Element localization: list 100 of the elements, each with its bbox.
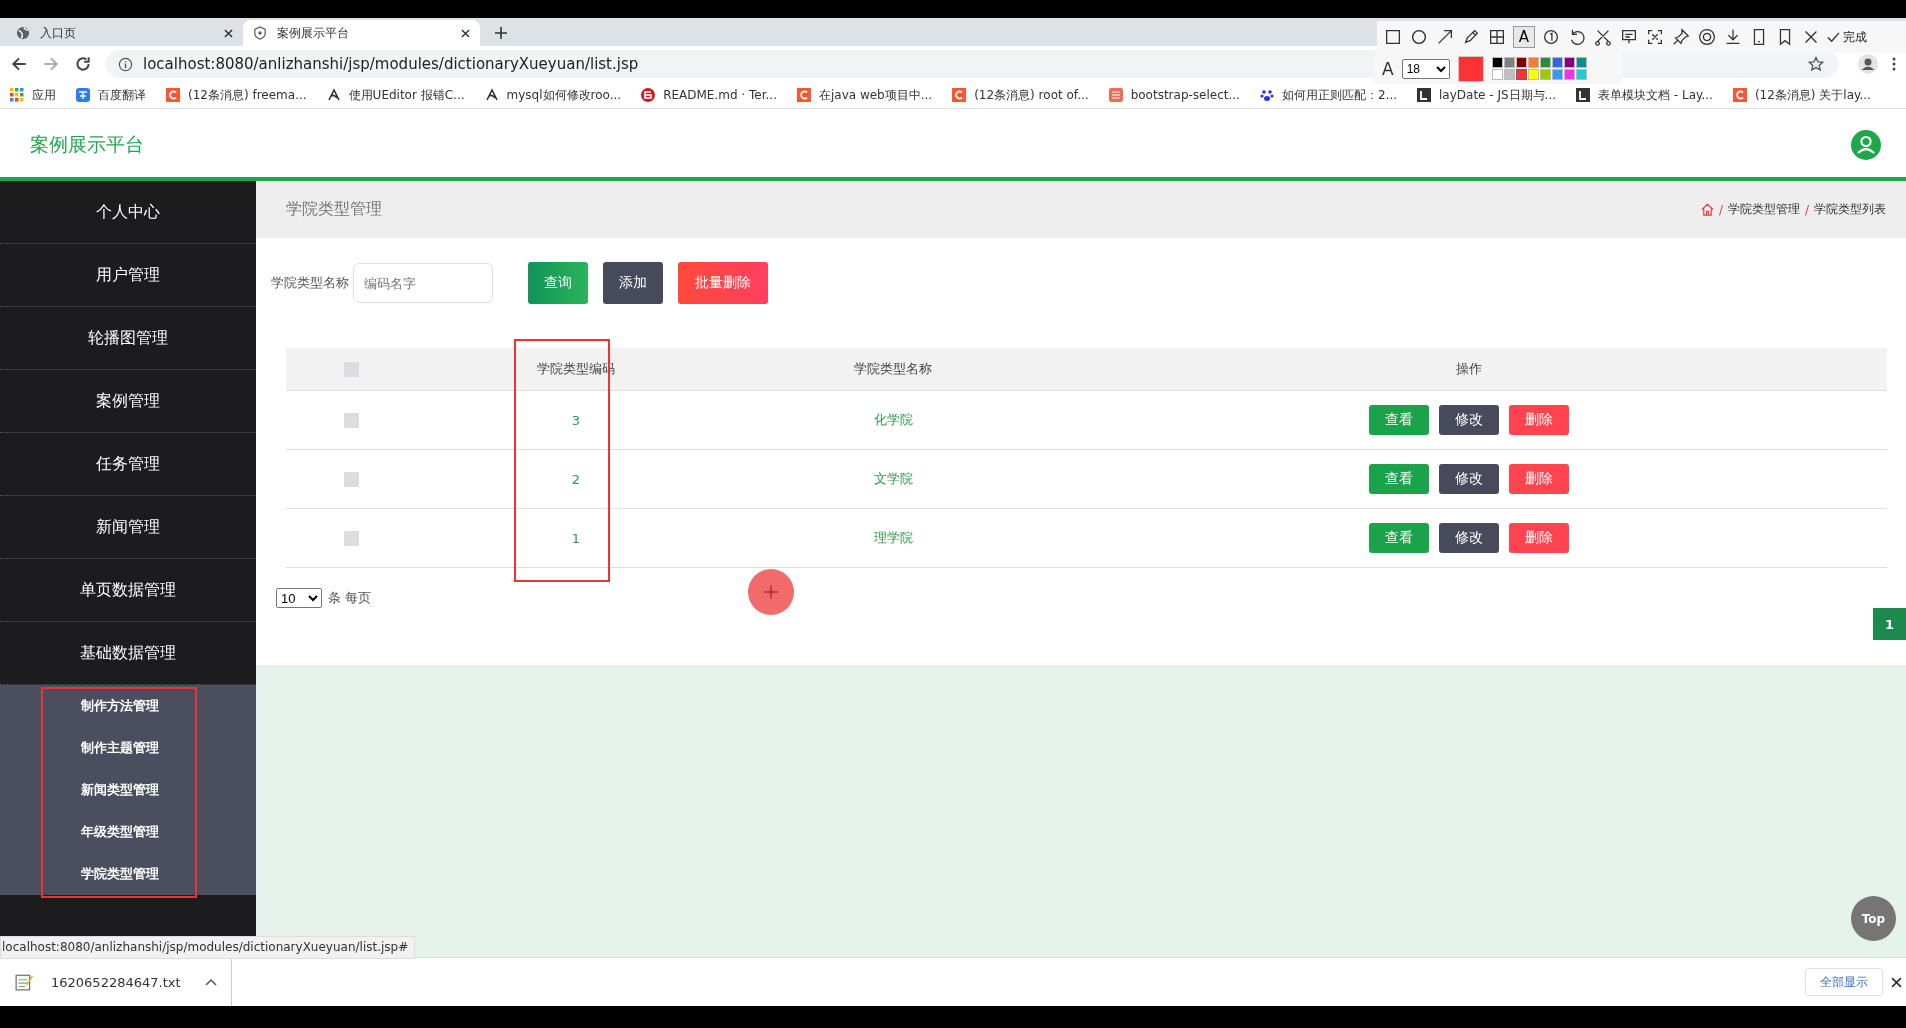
- color-swatch[interactable]: [1527, 69, 1539, 80]
- color-swatch[interactable]: [1563, 69, 1575, 80]
- rectangle-icon[interactable]: [1383, 27, 1403, 47]
- browser-tab[interactable]: 案例展示平台: [243, 20, 480, 46]
- edit-button[interactable]: 修改: [1438, 464, 1499, 494]
- home-icon[interactable]: [1700, 203, 1714, 216]
- column-header: 操作: [1454, 360, 1483, 378]
- menu-icon[interactable]: [1892, 56, 1896, 72]
- mosaic-icon[interactable]: [1487, 27, 1507, 47]
- breadcrumb-separator: /: [1718, 202, 1723, 217]
- bookmark[interactable]: (12条消息) freema...: [166, 86, 307, 104]
- breadcrumb-item[interactable]: 学院类型列表: [1814, 201, 1886, 218]
- checkbox[interactable]: [343, 530, 359, 546]
- color-swatch[interactable]: [1491, 57, 1503, 68]
- info-icon: [118, 56, 133, 72]
- font-size-select[interactable]: 18: [1401, 58, 1450, 79]
- paw-icon: [1259, 88, 1274, 102]
- pencil-icon[interactable]: [1461, 27, 1481, 47]
- color-swatch[interactable]: [1539, 57, 1551, 68]
- table-cell: 文学院: [873, 470, 913, 488]
- submenu-item[interactable]: 制作方法管理: [0, 685, 256, 727]
- close-icon[interactable]: [224, 28, 233, 38]
- edit-button[interactable]: 修改: [1438, 523, 1499, 553]
- table-cell: 化学院: [873, 411, 913, 429]
- bookmark[interactable]: 应用: [10, 86, 56, 104]
- color-swatch[interactable]: [1551, 57, 1563, 68]
- globe-icon: [16, 26, 30, 40]
- color-swatch[interactable]: [1551, 69, 1563, 80]
- bookmark[interactable]: 使用UEditor 报错C...: [326, 86, 465, 104]
- star-icon[interactable]: [1808, 56, 1824, 72]
- color-swatch[interactable]: [1563, 57, 1575, 68]
- color-swatch[interactable]: [1527, 57, 1539, 68]
- close-icon[interactable]: [461, 28, 470, 38]
- bookmark[interactable]: (12条消息) root of...: [952, 86, 1089, 104]
- submenu-item[interactable]: 新闻类型管理: [0, 769, 256, 811]
- table-cell: 1: [571, 530, 581, 546]
- add-button[interactable]: 添加: [603, 262, 663, 304]
- user-avatar-icon[interactable]: [1851, 130, 1881, 160]
- cursor-highlight-icon: [747, 568, 795, 616]
- site-icon: [166, 88, 180, 102]
- site-icon: [641, 88, 656, 102]
- color-swatch[interactable]: [1515, 69, 1527, 80]
- submenu-item[interactable]: 制作主题管理: [0, 727, 256, 769]
- expand-icon[interactable]: [1645, 27, 1665, 47]
- show-all-button[interactable]: 全部显示: [1805, 968, 1883, 996]
- bookmark[interactable]: 表单模块文档 - Lay...: [1576, 86, 1713, 104]
- tab-title: 入口页: [40, 24, 77, 42]
- bookmark[interactable]: 如何用正则匹配：2...: [1259, 86, 1397, 104]
- record-icon[interactable]: [1697, 27, 1717, 47]
- color-swatch[interactable]: [1515, 57, 1527, 68]
- color-swatch[interactable]: [1575, 57, 1587, 68]
- done-button[interactable]: 完成: [1827, 28, 1867, 46]
- color-swatch[interactable]: [1575, 69, 1587, 80]
- caret-icon[interactable]: [204, 978, 217, 986]
- bookmark[interactable]: mysql如何修改roo...: [484, 86, 622, 104]
- bookmark[interactable]: bootstrap-select...: [1108, 88, 1240, 102]
- page-button[interactable]: 1: [1873, 608, 1906, 640]
- page-size-select[interactable]: 10: [276, 588, 322, 608]
- page-title: 学院类型管理: [286, 199, 382, 220]
- checkbox[interactable]: [343, 412, 359, 428]
- translate-icon: [76, 88, 90, 102]
- status-url: localhost:8080/anlizhanshi/jsp/modules/dictionaryXueyuan/list.jsp#: [0, 936, 416, 959]
- reload-icon[interactable]: [74, 55, 92, 73]
- site-icon: [796, 88, 811, 102]
- color-swatch[interactable]: [1539, 69, 1551, 80]
- site-icon: [1576, 88, 1591, 102]
- color-swatch[interactable]: [1491, 69, 1503, 80]
- current-color-swatch[interactable]: [1457, 55, 1484, 82]
- browser-tab[interactable]: 入口页: [6, 20, 243, 46]
- table-cell: 理学院: [873, 529, 913, 547]
- breadcrumb-item[interactable]: 学院类型管理: [1727, 201, 1800, 218]
- site-icon: [1108, 88, 1123, 102]
- close-icon[interactable]: [1891, 976, 1902, 988]
- site-icon: [952, 88, 967, 102]
- color-swatch[interactable]: [1503, 69, 1515, 80]
- bookmark[interactable]: layDate - JS日期与...: [1417, 86, 1557, 104]
- bookmark[interactable]: (12条消息) 关于lay...: [1732, 86, 1871, 104]
- number-icon[interactable]: [1541, 27, 1561, 47]
- bookmark[interactable]: 百度翻译: [76, 86, 146, 104]
- bookmark[interactable]: 在java web项目中...: [796, 86, 933, 104]
- check-icon: [1827, 31, 1840, 43]
- per-page-label: 条 每页: [328, 589, 372, 607]
- plus-icon[interactable]: [494, 26, 508, 40]
- pin-icon[interactable]: [1671, 27, 1691, 47]
- shield-icon: [253, 26, 267, 40]
- color-swatch[interactable]: [1503, 57, 1515, 68]
- table-cell: 2: [571, 471, 581, 487]
- submenu-item[interactable]: 学院类型管理: [0, 853, 256, 895]
- search-field[interactable]: 编码名字: [353, 263, 493, 303]
- back-icon[interactable]: [10, 55, 28, 73]
- profile-icon[interactable]: [1858, 54, 1878, 74]
- text-tool[interactable]: A: [1513, 26, 1535, 48]
- edit-button[interactable]: 修改: [1438, 405, 1499, 435]
- apps-grid-icon: [10, 88, 24, 102]
- submenu-item[interactable]: 年级类型管理: [0, 811, 256, 853]
- checkbox[interactable]: [343, 471, 359, 487]
- bookmark[interactable]: README.md · Ter...: [641, 88, 777, 102]
- tab-title: 案例展示平台: [277, 24, 350, 42]
- font-glyph: A: [1382, 58, 1394, 79]
- search-label: 学院类型名称: [271, 274, 349, 292]
